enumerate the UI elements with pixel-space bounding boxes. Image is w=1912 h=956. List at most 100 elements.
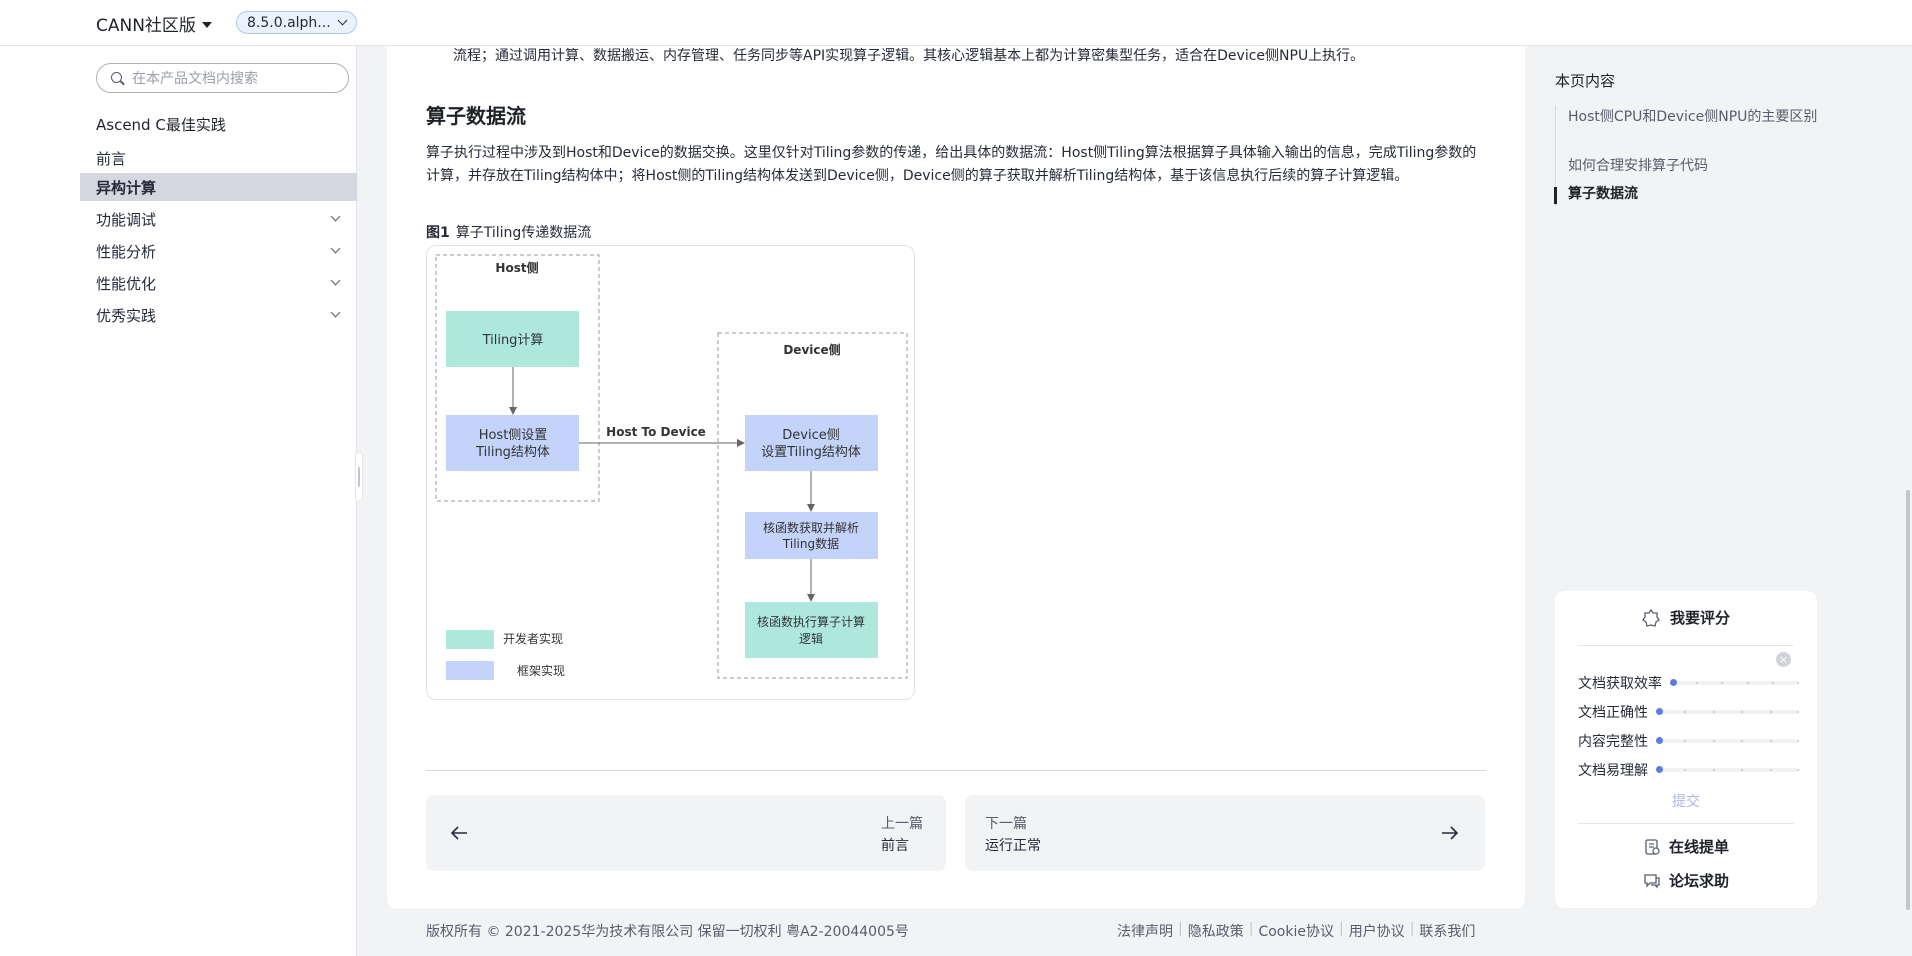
tiling-calc-label: Tiling计算	[482, 333, 544, 348]
slider-tick	[1796, 682, 1799, 684]
submit-button[interactable]: 提交	[1555, 791, 1817, 811]
host-set-node	[446, 415, 579, 471]
search-input[interactable]: 在本产品文档内搜索	[96, 63, 349, 93]
rating-label: 文档获取效率	[1578, 676, 1662, 692]
legend-dev-label: 开发者实现	[503, 631, 563, 646]
section-paragraph: 算子执行过程中涉及到Host和Device的数据交换。这里仅针对Tiling参数…	[426, 145, 1477, 184]
sidebar-item-preface[interactable]: 前言	[80, 144, 357, 172]
slider-tick	[1769, 711, 1772, 713]
next-page-link[interactable]: 下一篇 运行正常	[965, 795, 1485, 871]
chevron-down-icon[interactable]	[330, 211, 341, 222]
sidebar-item-debug[interactable]: 功能调试	[80, 205, 357, 233]
footer-link-contact[interactable]: 联系我们	[1414, 921, 1480, 941]
sidebar-item-label: 性能优化	[96, 274, 157, 293]
slider-tick	[1684, 740, 1687, 742]
brand-label: CANN社区版	[96, 16, 196, 36]
chevron-down-icon[interactable]	[330, 307, 341, 318]
prev-page-link[interactable]: 上一篇 前言	[426, 795, 946, 871]
tiling-dataflow-figure: Host侧 Tiling计算 Host侧设置 Tiling结构体 Host To…	[426, 245, 915, 700]
rating-slider[interactable]	[1656, 708, 1799, 715]
chevron-down-icon	[337, 15, 348, 26]
rating-row-accuracy: 文档正确性	[1578, 702, 1799, 722]
sidebar-item-label: 性能分析	[96, 242, 157, 261]
slider-tick	[1746, 682, 1749, 684]
slider-tick	[1741, 769, 1744, 771]
slider-tick	[1712, 769, 1715, 771]
search-icon	[111, 71, 124, 85]
search-placeholder: 在本产品文档内搜索	[132, 71, 258, 87]
slider-tick	[1712, 740, 1715, 742]
device-set-node	[745, 415, 878, 471]
main-content: 流程；通过调用计算、数据搬运、内存管理、任务同步等API实现算子逻辑。其核心逻辑…	[387, 46, 1525, 909]
footer-link-user-agreement[interactable]: 用户协议	[1344, 921, 1410, 941]
footer-copyright: 版权所有 © 2021-2025华为技术有限公司 保留一切权利 粤A2-2004…	[426, 924, 909, 940]
divider	[426, 770, 1486, 771]
rating-label: 文档正确性	[1578, 705, 1648, 721]
slider-knob[interactable]	[1656, 766, 1663, 773]
divider	[1578, 823, 1794, 824]
chevron-down-icon[interactable]	[330, 275, 341, 286]
sidebar-item-best-practice[interactable]: 优秀实践	[80, 301, 357, 329]
close-icon[interactable]: ×	[1776, 652, 1791, 667]
rating-slider[interactable]	[1670, 679, 1799, 686]
slider-tick	[1796, 711, 1799, 713]
arrow-right-icon	[1442, 826, 1459, 840]
next-title: 运行正常	[985, 838, 1041, 854]
legend-fw-swatch	[446, 661, 494, 680]
sidebar-item-label: 功能调试	[96, 210, 157, 229]
divider	[1578, 645, 1794, 646]
sidebar-item-label: 前言	[96, 149, 127, 168]
intro-text: 流程；通过调用计算、数据搬运、内存管理、任务同步等API实现算子逻辑。其核心逻辑…	[453, 48, 1365, 64]
slider-tick	[1712, 711, 1715, 713]
host-set-label-1: Host侧设置	[479, 428, 548, 443]
slider-tick	[1772, 682, 1775, 684]
version-label: 8.5.0.alph...	[247, 14, 331, 31]
toc-item-code-layout[interactable]: 如何合理安排算子代码	[1568, 156, 1818, 176]
kernel-exec-label-2: 逻辑	[799, 632, 823, 646]
chevron-down-icon[interactable]	[330, 243, 341, 254]
kernel-parse-label-2: Tiling数据	[782, 536, 839, 551]
rating-slider[interactable]	[1656, 766, 1799, 773]
device-set-label-2: 设置Tiling结构体	[761, 445, 861, 460]
footer-link-legal[interactable]: 法律声明	[1112, 921, 1178, 941]
edge-label: Host To Device	[606, 425, 706, 439]
sidebar-title[interactable]: Ascend C最佳实践	[96, 114, 226, 135]
rating-row-completeness: 内容完整性	[1578, 731, 1799, 751]
slider-tick	[1741, 711, 1744, 713]
version-selector[interactable]: 8.5.0.alph...	[236, 11, 357, 34]
rating-slider[interactable]	[1656, 737, 1799, 744]
kernel-parse-label-1: 核函数获取并解析	[763, 520, 859, 535]
slider-tick	[1741, 740, 1744, 742]
figure-caption-text: 算子Tiling传递数据流	[455, 225, 592, 241]
forum-icon	[1644, 873, 1660, 889]
legend-dev-swatch	[446, 630, 494, 649]
product-switcher[interactable]: CANN社区版	[96, 11, 212, 36]
sidebar-item-heterogeneous[interactable]: 异构计算	[80, 173, 357, 201]
footer-link-cookie[interactable]: Cookie协议	[1253, 921, 1339, 941]
online-ticket-label: 在线提单	[1668, 838, 1729, 856]
figure-caption: 图1 算子Tiling传递数据流	[426, 222, 591, 242]
slider-knob[interactable]	[1670, 679, 1677, 686]
toc-item-dataflow[interactable]: 算子数据流	[1568, 184, 1818, 204]
rating-title: 我要评分	[1669, 609, 1730, 627]
slider-tick	[1769, 769, 1772, 771]
slider-tick	[1721, 682, 1724, 684]
footer-link-privacy[interactable]: 隐私政策	[1183, 921, 1249, 941]
kernel-parse-node	[745, 512, 878, 559]
slider-knob[interactable]	[1656, 708, 1663, 715]
footer-links: 法律声明 | 隐私政策 | Cookie协议 | 用户协议 | 联系我们	[1112, 921, 1480, 941]
sidebar-collapse-handle[interactable]	[355, 452, 363, 502]
sidebar-item-optimization[interactable]: 性能优化	[80, 269, 357, 297]
top-bar: CANN社区版 8.5.0.alph...	[0, 0, 1912, 46]
toc-item-cpu-npu[interactable]: Host侧CPU和Device侧NPU的主要区别	[1568, 107, 1818, 127]
ticket-icon	[1645, 838, 1660, 855]
kernel-exec-label-1: 核函数执行算子计算	[757, 614, 865, 629]
page-scrollbar[interactable]	[1906, 490, 1910, 910]
slider-tick	[1796, 740, 1799, 742]
forum-help-link[interactable]: 论坛求助	[1555, 870, 1817, 891]
sidebar-item-profiling[interactable]: 性能分析	[80, 237, 357, 265]
toc-title: 本页内容	[1555, 72, 1616, 90]
host-set-label-2: Tiling结构体	[475, 445, 550, 460]
online-ticket-link[interactable]: 在线提单	[1555, 836, 1817, 857]
slider-knob[interactable]	[1656, 737, 1663, 744]
